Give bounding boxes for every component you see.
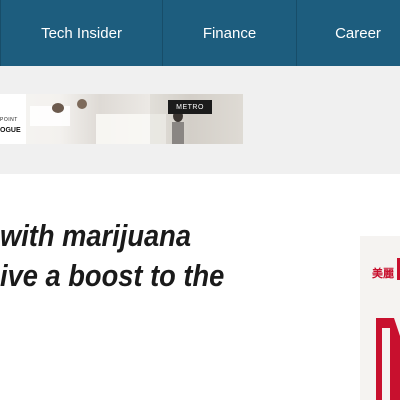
nav-item-finance[interactable]: Finance <box>163 0 296 66</box>
article-headline[interactable]: with marijuana ive a boost to the <box>0 216 238 296</box>
ad-metro-badge: METRO <box>168 100 212 114</box>
side-promo-graphic <box>376 318 400 400</box>
headline-line-1: with marijuana <box>0 218 192 253</box>
ad-brand-large-text: OGUE <box>0 127 21 134</box>
nav-item-tech-insider[interactable]: Tech Insider <box>0 0 163 66</box>
ad-brand-small-text: POINT <box>0 117 18 123</box>
top-navigation-bar: Tech Insider Finance Career <box>0 0 400 66</box>
side-promo-logo-text: 美麗 <box>372 267 394 280</box>
nav-item-career[interactable]: Career <box>296 0 400 66</box>
headline-line-2: ive a boost to the <box>0 258 225 293</box>
